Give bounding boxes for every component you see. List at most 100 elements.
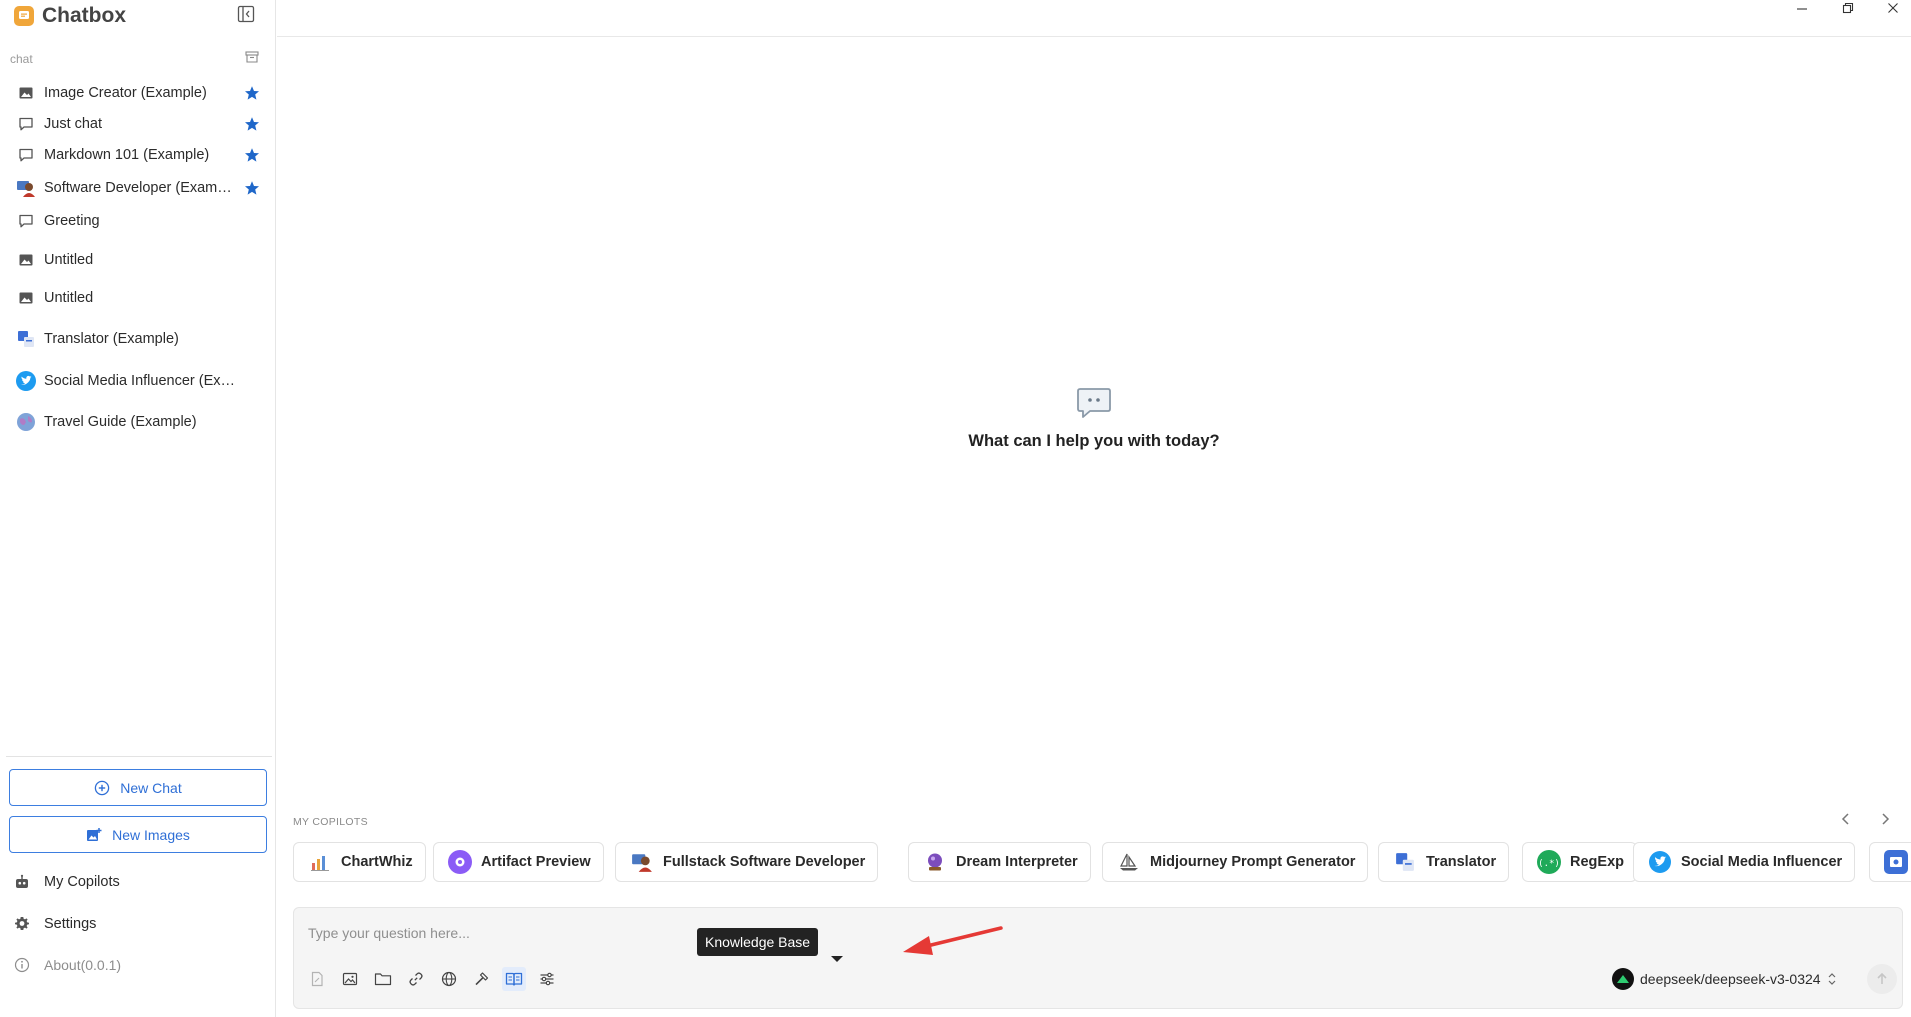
restore-icon[interactable] <box>1833 0 1863 16</box>
gear-icon <box>14 916 30 932</box>
empty-state-title: What can I help you with today? <box>968 432 1220 450</box>
app-title: Chatbox <box>42 4 126 27</box>
copilot-chip-partial[interactable] <box>1869 842 1911 882</box>
session-item[interactable]: Image Creator (Example) <box>6 76 268 110</box>
session-label: Just chat <box>44 116 103 132</box>
new-images-button[interactable]: New Images <box>9 816 267 853</box>
session-label: Translator (Example) <box>44 331 179 347</box>
titlebar <box>277 0 1911 37</box>
developer-avatar-icon <box>16 178 36 198</box>
chatbox-logo-icon <box>14 6 34 26</box>
session-item[interactable]: Greeting <box>6 204 268 238</box>
svg-text:(.*): (.*) <box>1538 859 1560 869</box>
link-icon[interactable] <box>405 968 427 990</box>
star-icon[interactable] <box>244 147 260 163</box>
knowledge-base-icon[interactable] <box>502 967 526 991</box>
copilot-chip[interactable]: (.*) RegExp <box>1522 842 1637 882</box>
nav-my-copilots[interactable]: My Copilots <box>14 870 120 894</box>
star-icon[interactable] <box>244 116 260 132</box>
session-label: Image Creator (Example) <box>44 85 207 101</box>
copilot-chip[interactable]: Artifact Preview <box>433 842 604 882</box>
sliders-icon[interactable] <box>536 968 558 990</box>
new-chat-button[interactable]: New Chat <box>9 769 267 806</box>
annotation-arrow-icon <box>897 915 1007 965</box>
chart-avatar-icon <box>308 850 332 874</box>
image-icon[interactable] <box>339 968 361 990</box>
session-item[interactable]: Untitled <box>6 281 268 315</box>
copilot-chip[interactable]: Midjourney Prompt Generator <box>1102 842 1369 882</box>
new-images-label: New Images <box>112 826 190 843</box>
model-label: deepseek/deepseek-v3-0324 <box>1640 971 1821 987</box>
session-item[interactable]: Translator (Example) <box>6 322 268 356</box>
model-logo-icon <box>1612 968 1634 990</box>
copilot-label: Artifact Preview <box>481 854 591 870</box>
close-icon[interactable] <box>1878 0 1908 16</box>
sidebar: Chatbox chat Image Creator (Example) Jus… <box>0 0 276 1017</box>
arrow-up-icon <box>1877 972 1887 984</box>
chat-bubble-icon <box>1076 386 1112 420</box>
nav-label: Settings <box>44 916 97 932</box>
section-label: chat <box>10 52 33 66</box>
chat-bubble-icon <box>16 145 36 165</box>
session-item[interactable]: Untitled <box>6 243 268 277</box>
globe-icon[interactable] <box>438 968 460 990</box>
copilot-chip[interactable]: Social Media Influencer <box>1633 842 1856 882</box>
folder-icon[interactable] <box>372 968 394 990</box>
star-icon[interactable] <box>244 85 260 101</box>
collapse-sidebar-icon[interactable] <box>237 5 255 23</box>
copilot-chip[interactable]: Translator <box>1378 842 1510 882</box>
new-chat-label: New Chat <box>120 779 182 796</box>
session-label: Greeting <box>44 213 100 229</box>
chat-bubble-icon <box>16 211 36 231</box>
model-selector[interactable]: deepseek/deepseek-v3-0324 <box>1612 966 1837 992</box>
copilot-label: Translator <box>1426 854 1497 870</box>
knowledge-base-tooltip: Knowledge Base <box>697 928 819 956</box>
copilot-label: Fullstack Software Developer <box>663 854 866 870</box>
image-avatar-icon <box>1884 850 1908 874</box>
image-icon <box>16 288 36 308</box>
crystal-ball-icon <box>923 850 947 874</box>
plus-circle-icon <box>94 780 110 796</box>
hammer-icon[interactable] <box>471 968 493 990</box>
artifact-avatar-icon <box>448 850 472 874</box>
copilot-label: Dream Interpreter <box>956 854 1078 870</box>
nav-about[interactable]: About(0.0.1) <box>14 953 121 977</box>
add-image-icon <box>86 827 102 843</box>
session-item[interactable]: Markdown 101 (Example) <box>6 138 268 172</box>
archive-icon[interactable] <box>244 49 260 65</box>
copilot-carousel: ChartWhiz Artifact Preview Fullstack Sof… <box>293 842 1911 884</box>
chevron-left-icon[interactable] <box>1838 811 1854 827</box>
nav-label: My Copilots <box>44 874 120 890</box>
star-icon[interactable] <box>244 180 260 196</box>
session-label: Untitled <box>44 290 94 306</box>
translator-avatar-icon <box>16 329 36 349</box>
info-icon <box>14 957 30 973</box>
minimize-icon[interactable] <box>1787 0 1817 16</box>
session-label: Social Media Influencer (Example) <box>44 373 240 389</box>
send-button[interactable] <box>1867 964 1897 994</box>
chevron-updown-icon <box>1827 972 1837 986</box>
copilot-label: Social Media Influencer <box>1681 854 1843 870</box>
nav-settings[interactable]: Settings <box>14 912 96 936</box>
image-icon <box>16 83 36 103</box>
session-item[interactable]: Software Developer (Example) <box>6 171 268 205</box>
chevron-right-icon[interactable] <box>1877 811 1893 827</box>
session-item[interactable]: Social Media Influencer (Example) <box>6 364 268 398</box>
robot-icon <box>14 874 30 890</box>
session-label: Software Developer (Example) <box>44 180 234 196</box>
copilot-chip[interactable]: Fullstack Software Developer <box>615 842 879 882</box>
sailboat-icon <box>1117 850 1141 874</box>
twitter-avatar-icon <box>16 371 36 391</box>
session-item[interactable]: Travel Guide (Example) <box>6 405 268 439</box>
chat-section-header: chat <box>10 50 260 66</box>
attach-file-icon[interactable] <box>306 968 328 990</box>
copilot-chip[interactable]: ChartWhiz <box>293 842 426 882</box>
image-icon <box>16 250 36 270</box>
chat-bubble-icon <box>16 114 36 134</box>
copilot-chip[interactable]: Dream Interpreter <box>908 842 1091 882</box>
regexp-avatar-icon: (.*) <box>1537 850 1561 874</box>
copilots-header: MY COPILOTS <box>293 816 368 828</box>
session-item[interactable]: Just chat <box>6 107 268 141</box>
brand: Chatbox <box>14 2 126 30</box>
tooltip-arrow <box>831 956 843 962</box>
